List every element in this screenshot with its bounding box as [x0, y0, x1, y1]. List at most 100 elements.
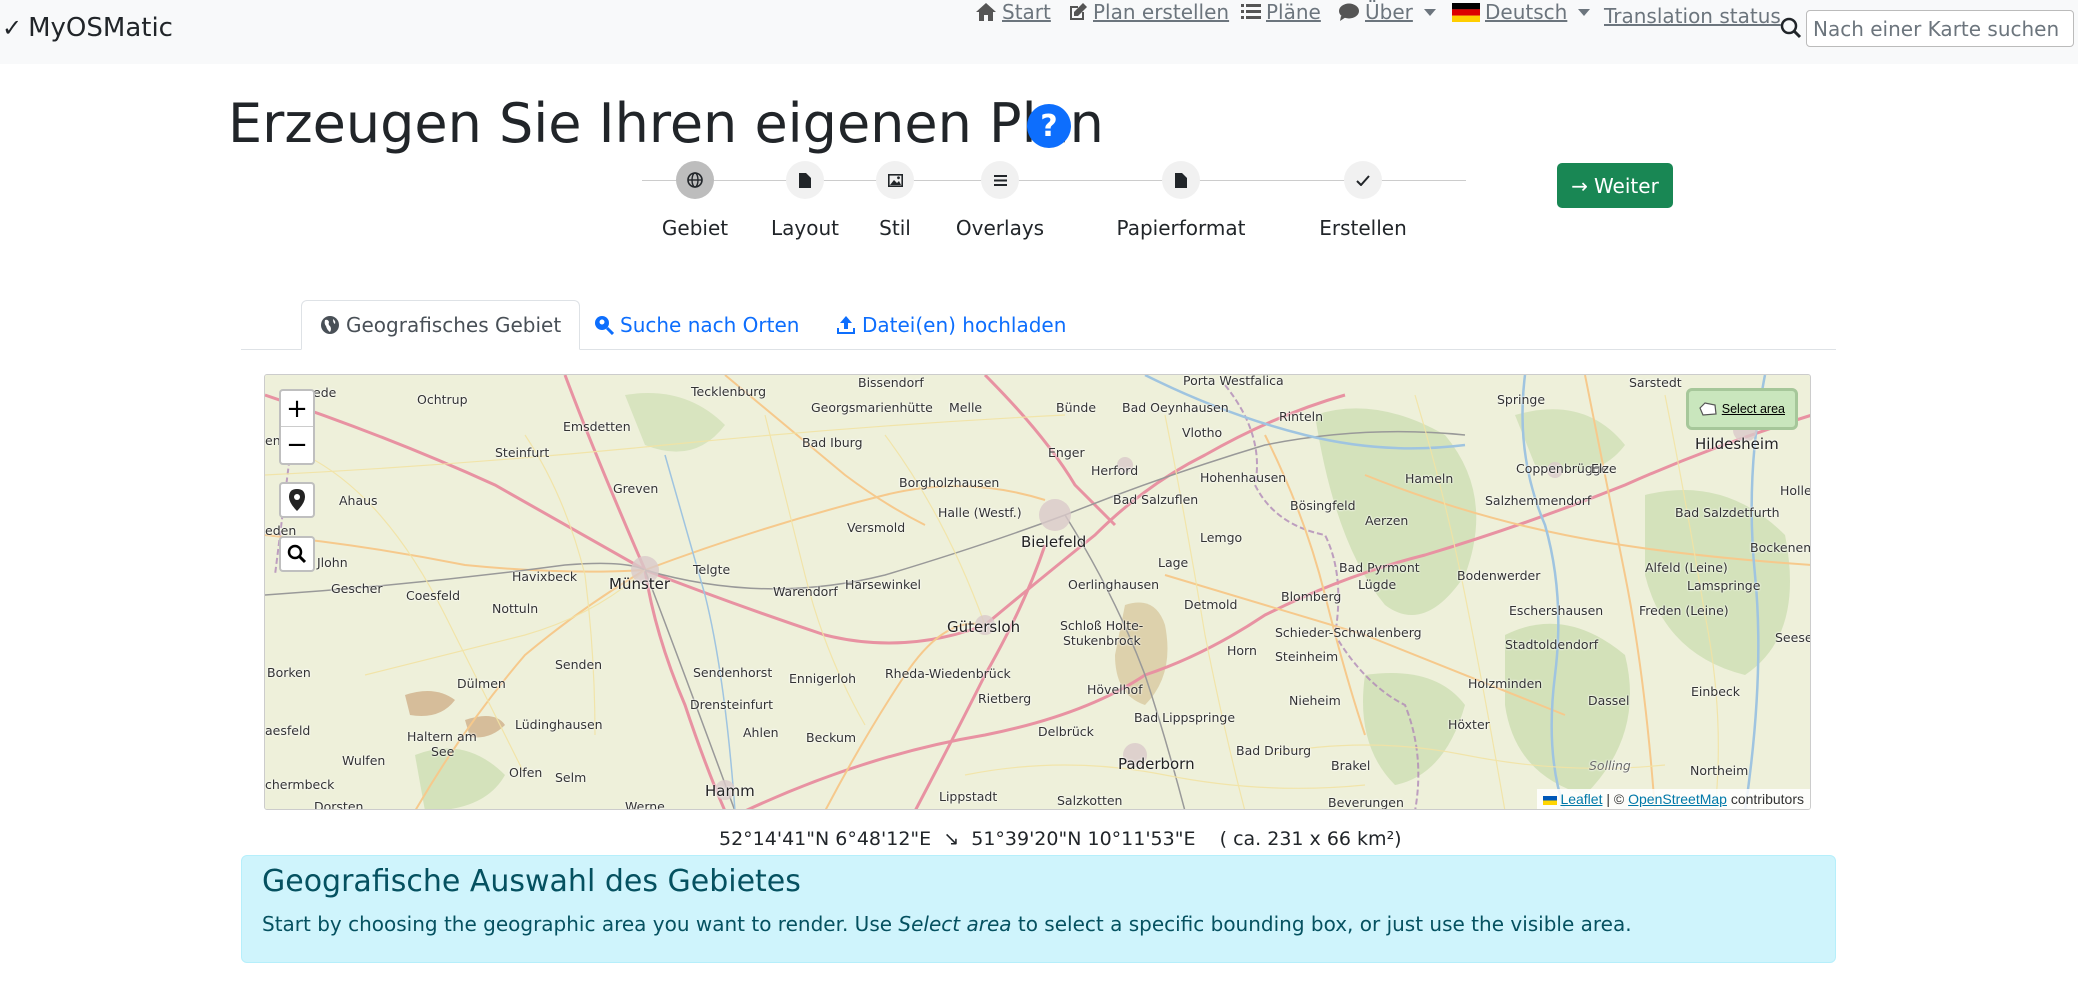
- chevron-down-icon: [1423, 8, 1436, 16]
- place-label: Aerzen: [1365, 513, 1409, 528]
- place-label: Salzkotten: [1057, 793, 1123, 808]
- step-create-button[interactable]: [1344, 161, 1382, 199]
- place-label: Harsewinkel: [845, 577, 921, 592]
- next-button[interactable]: → Weiter: [1557, 163, 1673, 208]
- place-label: Lamspringe: [1687, 578, 1761, 593]
- tab-file-upload[interactable]: Datei(en) hochladen: [818, 300, 1084, 350]
- map-view[interactable]: Emsdetten Ochtrup Tecklenburg Bissendorf…: [264, 374, 1811, 810]
- place-label: Jlohn: [317, 555, 348, 570]
- image-icon: [887, 173, 903, 187]
- place-label: Sendenhorst: [693, 665, 773, 680]
- step-area-button[interactable]: [676, 161, 714, 199]
- place-label: Paderborn: [1118, 755, 1195, 773]
- place-label: Alfeld (Leine): [1645, 560, 1728, 575]
- place-label: Rinteln: [1279, 409, 1324, 424]
- place-label: Ahlen: [743, 725, 779, 740]
- file-icon: [799, 172, 811, 188]
- search-icon: [287, 544, 307, 564]
- nav-about-dropdown[interactable]: Über: [1338, 0, 1436, 24]
- map-search-input[interactable]: [1806, 10, 2074, 47]
- nav-language-dropdown[interactable]: Deutsch: [1452, 0, 1591, 24]
- select-area-button[interactable]: Select area: [1685, 388, 1798, 430]
- place-label: Lage: [1158, 555, 1189, 570]
- nav-create-label: Plan erstellen: [1093, 0, 1230, 24]
- place-label: Bad Salzdetfurth: [1675, 505, 1780, 520]
- step-label-layout: Layout: [771, 216, 839, 240]
- osm-link[interactable]: OpenStreetMap: [1628, 791, 1727, 807]
- place-label: Hameln: [1405, 471, 1454, 486]
- step-layout-button[interactable]: [786, 161, 824, 199]
- place-label: Nottuln: [492, 601, 539, 616]
- map-attribution: Leaflet | © OpenStreetMap contributors: [1537, 789, 1810, 809]
- tab-place-search-label: Suche nach Orten: [620, 313, 800, 337]
- map-marker-icon: [289, 489, 305, 511]
- brand-link[interactable]: ✓ MyOSMatic: [2, 13, 173, 43]
- place-label: Schieder-Schwalenberg: [1275, 625, 1422, 640]
- page-title: Erzeugen Sie Ihren eigenen Plan: [228, 92, 1104, 155]
- place-label: Holle: [1780, 483, 1811, 498]
- place-label: Oerlinghausen: [1068, 577, 1160, 592]
- tab-geographic-area[interactable]: Geografisches Gebiet: [301, 300, 581, 350]
- place-label: Lemgo: [1200, 530, 1243, 545]
- place-label: Dassel: [1588, 693, 1630, 708]
- place-label: Lügde: [1358, 577, 1397, 592]
- tab-file-upload-label: Datei(en) hochladen: [862, 313, 1067, 337]
- nav-translation-link[interactable]: Translation status: [1604, 4, 1781, 28]
- brand-name: MyOSMatic: [28, 13, 173, 43]
- info-text-before: Start by choosing the geographic area yo…: [262, 912, 899, 936]
- tab-place-search[interactable]: Suche nach Orten: [576, 300, 817, 350]
- arrow-right-icon: →: [1571, 173, 1588, 198]
- step-overlays-button[interactable]: [981, 161, 1019, 199]
- attribution-separator: | ©: [1606, 791, 1625, 807]
- step-style-button[interactable]: [876, 161, 914, 199]
- place-label: Georgsmarienhütte: [811, 400, 933, 415]
- step-label-create: Erstellen: [1319, 216, 1407, 240]
- home-icon: [976, 3, 996, 21]
- place-label: Horn: [1227, 643, 1257, 658]
- place-label: Borgholzhausen: [899, 475, 1000, 490]
- step-paper-button[interactable]: [1162, 161, 1200, 199]
- edit-icon: [1070, 3, 1087, 20]
- nav-start-label: Start: [1002, 0, 1051, 24]
- place-label: Versmold: [847, 520, 906, 535]
- place-label: Wulfen: [342, 753, 386, 768]
- place-label: Holzminden: [1468, 676, 1543, 691]
- place-label: Bad Salzuflen: [1113, 492, 1199, 507]
- place-label: Bad Lippspringe: [1134, 710, 1236, 725]
- nav-create-link[interactable]: Plan erstellen: [1068, 0, 1229, 24]
- nav-plans-link[interactable]: Pläne: [1241, 0, 1321, 24]
- nav-translation-label: Translation status: [1604, 4, 1781, 28]
- place-label: Ennigerloh: [789, 671, 857, 686]
- place-label: Schloß Holte-: [1060, 618, 1144, 633]
- map-search-button[interactable]: [279, 536, 315, 572]
- zoom-out-button[interactable]: −: [281, 427, 313, 463]
- place-label: Coesfeld: [406, 588, 461, 603]
- place-label: See: [431, 744, 455, 759]
- place-label: Stukenbrock: [1063, 633, 1141, 648]
- lines-icon: [993, 174, 1007, 186]
- place-label: Springe: [1497, 392, 1546, 407]
- place-label: Nieheim: [1289, 693, 1341, 708]
- place-label: Solling: [1589, 758, 1631, 773]
- chat-icon: [1339, 3, 1359, 21]
- place-label: Borken: [267, 665, 311, 680]
- help-button[interactable]: ?: [1027, 104, 1071, 148]
- place-label: Tecklenburg: [691, 384, 767, 399]
- nav-about-label: Über: [1365, 0, 1413, 24]
- leaflet-link[interactable]: Leaflet: [1560, 791, 1602, 807]
- place-label: Einbeck: [1691, 684, 1741, 699]
- zoom-in-button[interactable]: +: [281, 391, 313, 427]
- select-area-label: Select area: [1721, 402, 1785, 416]
- place-label: Emsdetten: [563, 419, 631, 434]
- search-icon: [1780, 17, 1802, 39]
- locate-button[interactable]: [279, 482, 315, 518]
- place-label: Melle: [949, 400, 983, 415]
- place-label: Bissendorf: [858, 375, 924, 390]
- place-label: Warendorf: [773, 584, 838, 599]
- map-tiles: [265, 375, 1810, 809]
- next-button-label: Weiter: [1593, 173, 1659, 198]
- place-label: Telgte: [693, 562, 731, 577]
- place-label: Steinheim: [1275, 649, 1339, 664]
- nav-start-link[interactable]: Start: [975, 0, 1051, 24]
- place-label: Halle (Westf.): [938, 505, 1022, 520]
